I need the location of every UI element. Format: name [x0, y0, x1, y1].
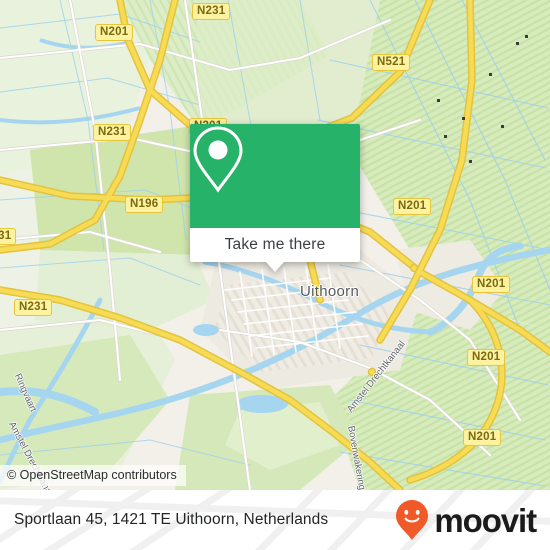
map-canvas[interactable]: Uithoorn Ringvaart Amstel Drechtkanaal A…: [0, 0, 550, 490]
openstreetmap-attribution[interactable]: © OpenStreetMap contributors: [0, 465, 186, 486]
road-shield-n231: N231: [192, 3, 231, 20]
take-me-there-label: Take me there: [224, 236, 326, 253]
road-shield-n196: N196: [125, 196, 164, 213]
road-shield-n231: N231: [14, 299, 53, 316]
address-text: Sportlaan 45, 1421 TE Uithoorn, Netherla…: [14, 511, 329, 528]
moovit-logo[interactable]: moovit: [395, 490, 537, 550]
road-shield-n521: N521: [372, 54, 411, 71]
address-text-block: Sportlaan 45, 1421 TE Uithoorn, Netherla…: [14, 490, 328, 550]
map-screenshot: Uithoorn Ringvaart Amstel Drechtkanaal A…: [0, 0, 550, 550]
road-shield-n201: N201: [393, 198, 432, 215]
road-shield-n201: N201: [95, 24, 134, 41]
location-popup-card[interactable]: Take me there: [190, 124, 360, 272]
moovit-wordmark: moovit: [434, 501, 537, 539]
attribution-text: © OpenStreetMap contributors: [7, 468, 177, 482]
road-shield-n201: N201: [467, 349, 506, 366]
take-me-there-button[interactable]: Take me there: [190, 228, 360, 262]
road-shield-n231: N231: [0, 228, 17, 245]
moovit-smiley-pin-icon: [396, 500, 429, 540]
road-shield-n201: N201: [472, 276, 511, 293]
road-shield-n201: N201: [463, 429, 502, 446]
popup-icon-area: [190, 124, 360, 228]
road-shield-n231: N231: [93, 124, 132, 141]
place-label-uithoorn: Uithoorn: [300, 283, 360, 300]
footer-bar: Sportlaan 45, 1421 TE Uithoorn, Netherla…: [0, 490, 550, 550]
map-pin-icon: [193, 126, 243, 193]
popup-pointer: [266, 262, 284, 272]
